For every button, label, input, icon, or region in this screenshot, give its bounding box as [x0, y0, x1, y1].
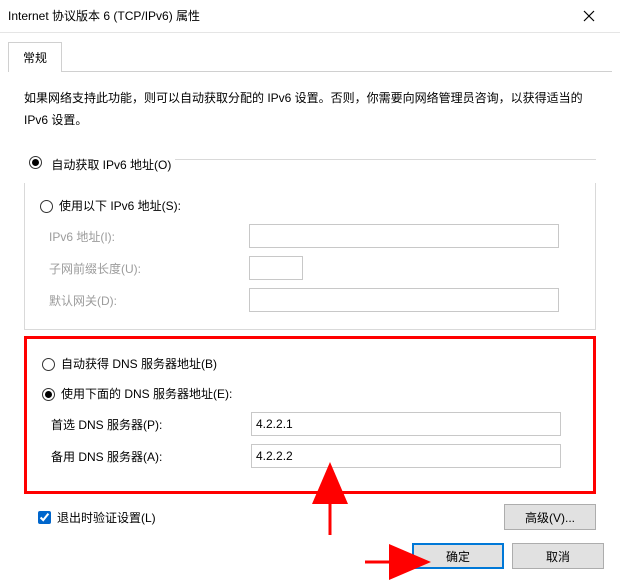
- ip-address-label: IPv6 地址(I):: [49, 228, 249, 245]
- properties-dialog: Internet 协议版本 6 (TCP/IPv6) 属性 常规 如果网络支持此…: [0, 0, 620, 583]
- ip-address-input[interactable]: [249, 224, 559, 248]
- radio-manual-address[interactable]: [40, 200, 53, 213]
- radio-manual-dns-label: 使用下面的 DNS 服务器地址(E):: [61, 385, 232, 402]
- primary-dns-input[interactable]: [251, 412, 561, 436]
- prefix-length-input[interactable]: [249, 256, 303, 280]
- radio-auto-dns-label: 自动获得 DNS 服务器地址(B): [61, 355, 217, 372]
- cancel-button[interactable]: 取消: [512, 543, 604, 569]
- prefix-length-label: 子网前缀长度(U):: [49, 260, 249, 277]
- close-button[interactable]: [566, 0, 612, 32]
- radio-manual-address-label: 使用以下 IPv6 地址(S):: [59, 197, 181, 214]
- alt-dns-label: 备用 DNS 服务器(A):: [51, 448, 251, 465]
- tab-strip: 常规: [8, 41, 612, 72]
- tab-general[interactable]: 常规: [8, 42, 62, 72]
- titlebar: Internet 协议版本 6 (TCP/IPv6) 属性: [0, 0, 620, 33]
- primary-dns-label: 首选 DNS 服务器(P):: [51, 416, 251, 433]
- dialog-footer: 确定 取消: [412, 543, 604, 569]
- close-icon: [583, 10, 595, 22]
- gateway-input[interactable]: [249, 288, 559, 312]
- radio-auto-address-label: 自动获取 IPv6 地址(O): [51, 158, 171, 172]
- gateway-label: 默认网关(D):: [49, 292, 249, 309]
- radio-auto-address[interactable]: [29, 156, 42, 169]
- window-title: Internet 协议版本 6 (TCP/IPv6) 属性: [8, 0, 200, 32]
- radio-auto-dns[interactable]: [42, 358, 55, 371]
- radio-manual-dns[interactable]: [42, 388, 55, 401]
- validate-checkbox-row: 退出时验证设置(L): [34, 508, 156, 527]
- dns-group-highlight: 自动获得 DNS 服务器地址(B) 使用下面的 DNS 服务器地址(E): 首选…: [24, 336, 596, 494]
- advanced-button[interactable]: 高级(V)...: [504, 504, 596, 530]
- address-group: 自动获取 IPv6 地址(O) 使用以下 IPv6 地址(S): IPv6 地址…: [24, 151, 596, 330]
- validate-label: 退出时验证设置(L): [57, 509, 156, 526]
- validate-checkbox[interactable]: [38, 511, 51, 524]
- ok-button[interactable]: 确定: [412, 543, 504, 569]
- alt-dns-input[interactable]: [251, 444, 561, 468]
- description-text: 如果网络支持此功能，则可以自动获取分配的 IPv6 设置。否则，你需要向网络管理…: [24, 88, 596, 131]
